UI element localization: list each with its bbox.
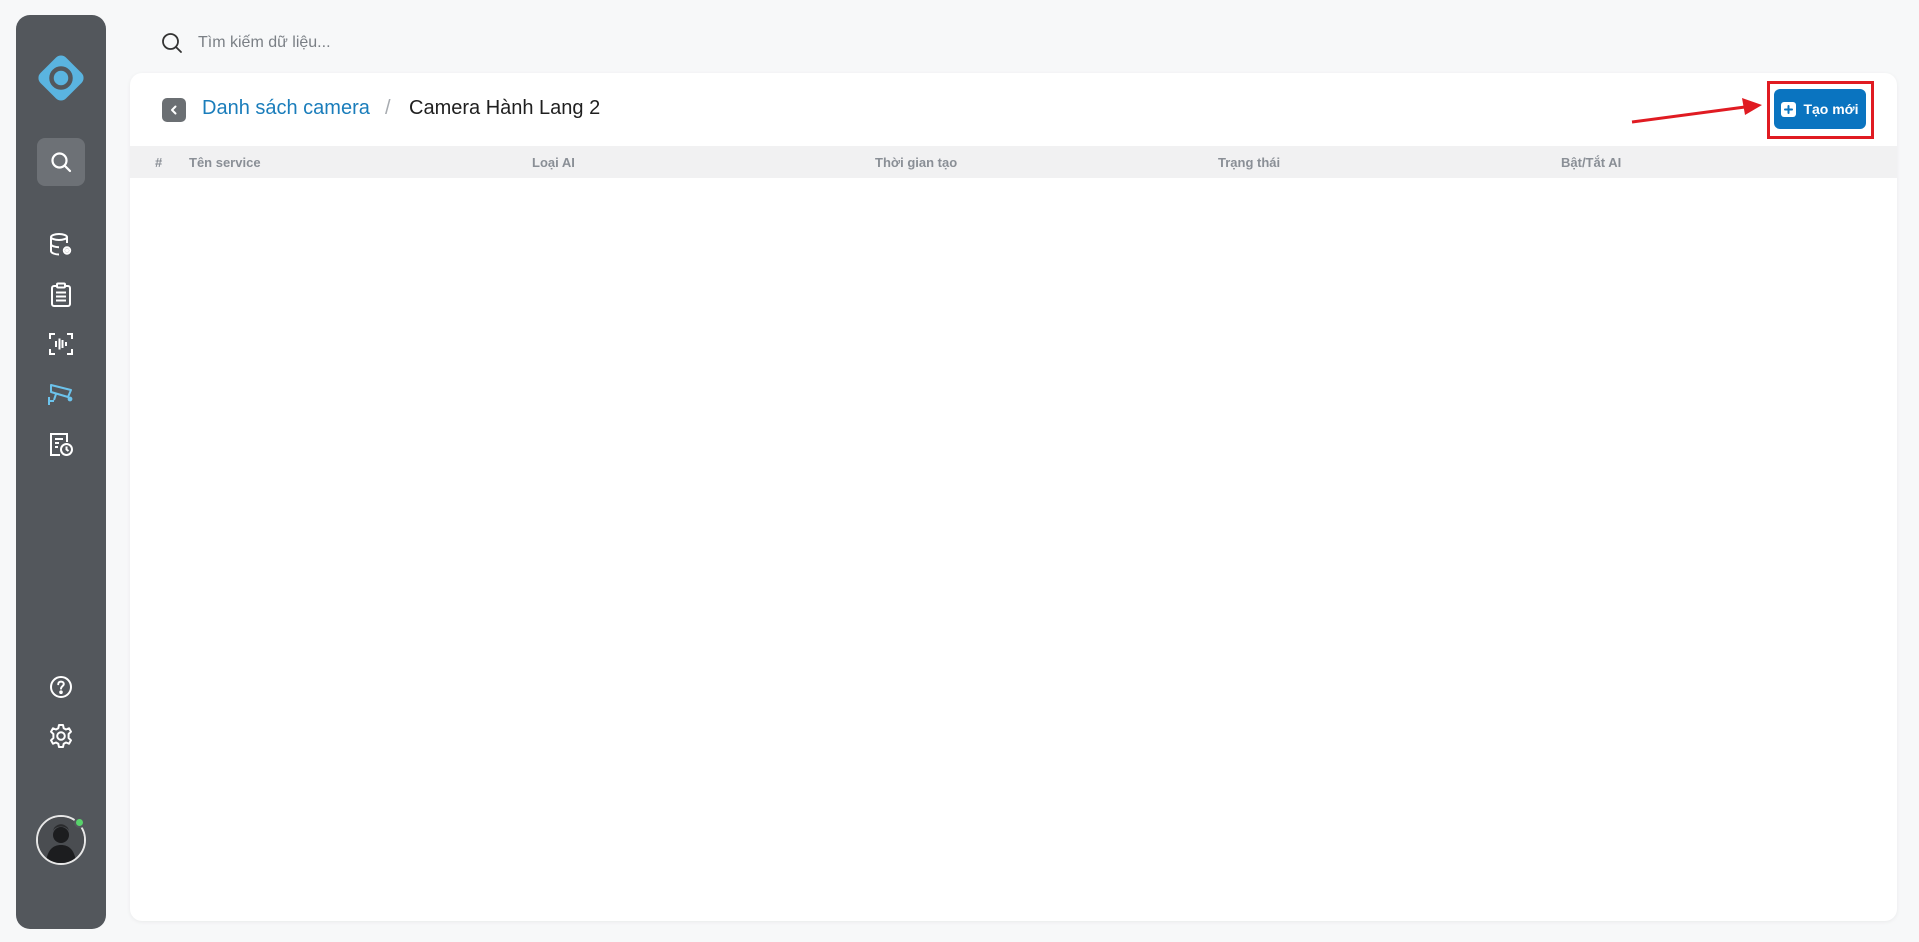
sidebar-item-camera[interactable] [37,370,85,418]
create-new-label: Tạo mới [1803,101,1859,117]
search-input[interactable] [196,33,616,53]
global-search [160,26,660,60]
report-clock-icon [50,433,73,456]
sidebar-item-database[interactable] [37,221,85,269]
breadcrumb-parent-link[interactable]: Danh sách camera [202,97,370,120]
search-icon [162,33,182,53]
page-title: Camera Hành Lang 2 [409,97,601,119]
table-header: # Tên service Loại AI Thời gian tạo Trạn… [130,146,1897,178]
breadcrumb-separator: / [385,97,391,119]
plus-icon [1781,101,1797,117]
gear-icon [50,724,72,748]
sidebar-item-settings[interactable] [37,712,85,760]
sidebar-item-clipboard[interactable] [37,271,85,319]
column-header-index: # [155,155,163,170]
help-icon [50,676,72,698]
column-header-created-time: Thời gian tạo [875,155,958,170]
online-status-indicator [74,817,85,828]
app-logo[interactable] [34,51,88,105]
back-button[interactable] [162,98,186,122]
main-panel: Danh sách camera / Camera Hành Lang 2 Tạ… [130,73,1897,921]
column-header-ai-type: Loại AI [532,155,575,170]
annotation-arrow [1631,98,1762,124]
clipboard-list-icon [51,282,71,307]
column-header-service-name: Tên service [189,155,261,170]
search-icon [51,152,72,173]
create-new-button[interactable]: Tạo mới [1774,89,1866,129]
sidebar-item-face-scan[interactable] [37,320,85,368]
sidebar-item-reports[interactable] [37,421,85,469]
column-header-ai-toggle: Bật/Tắt AI [1561,155,1622,170]
chevron-left-icon [171,105,177,115]
database-settings-icon [50,233,72,256]
cctv-camera-icon [48,384,73,405]
sidebar-item-search[interactable] [37,138,85,186]
face-scan-icon [49,333,73,355]
sidebar [16,15,106,929]
column-header-status: Trạng thái [1218,155,1281,170]
sidebar-item-help[interactable] [37,663,85,711]
